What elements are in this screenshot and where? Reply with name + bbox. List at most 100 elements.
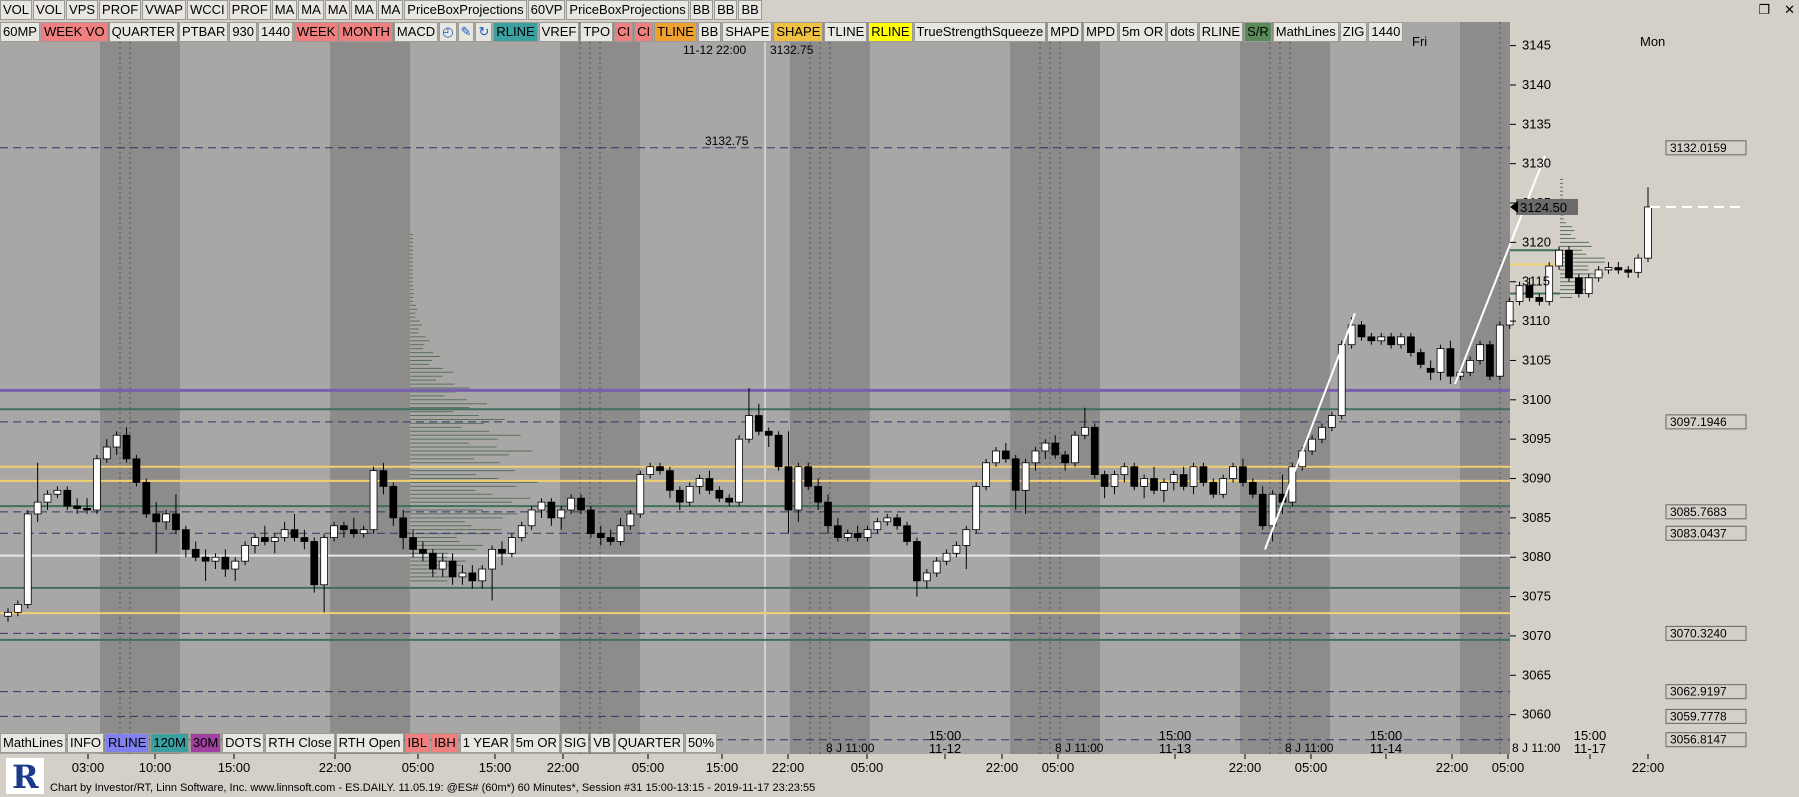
toolbar-button-ci[interactable]: CI: [634, 22, 654, 42]
toolbar-button-5m-or[interactable]: 5m OR: [1119, 22, 1167, 42]
candle-body: [1495, 324, 1504, 377]
level-label: 3083.0437: [1670, 526, 1727, 540]
toolbar-button-ibh[interactable]: IBH: [431, 733, 459, 753]
candle-body: [1555, 249, 1563, 267]
candle-body: [23, 513, 32, 605]
toolbar-button-priceboxprojections[interactable]: PriceBoxProjections: [566, 0, 689, 20]
toolbar-button-1-year[interactable]: 1 YEAR: [459, 733, 512, 753]
candle-body: [804, 466, 813, 487]
toolbar-button-120m[interactable]: 120M: [150, 733, 189, 753]
toolbar-button-ma[interactable]: MA: [271, 0, 298, 20]
y-tick-label: 3130: [1522, 156, 1551, 171]
status-bar: Chart by Investor/RT, Linn Software, Inc…: [50, 782, 816, 794]
restore-icon[interactable]: ❐: [1758, 2, 1770, 18]
toolbar-button-sig[interactable]: SIG: [560, 733, 590, 753]
toolbar-button-dots[interactable]: dots: [1167, 22, 1198, 42]
toolbar-button-ibl[interactable]: IBL: [404, 733, 431, 753]
candle-body: [330, 525, 338, 538]
toolbar-button-mathlines[interactable]: MathLines: [1272, 22, 1339, 42]
candle-body: [616, 525, 625, 542]
toolbar-button-rline[interactable]: RLINE: [1198, 22, 1244, 42]
toolbar-button-vref[interactable]: VREF: [538, 22, 580, 42]
toolbar-button-vol[interactable]: VOL: [0, 0, 33, 20]
toolbar-button-mathlines[interactable]: MathLines: [0, 733, 66, 753]
toolbar-button-930[interactable]: 930: [229, 22, 258, 42]
candle-body: [399, 517, 408, 538]
toolbar-button-ma[interactable]: MA: [324, 0, 351, 20]
toolbar-button-vb[interactable]: VB: [590, 733, 614, 753]
x-tick-label: 15:00 11-17: [1574, 728, 1607, 756]
candle-body: [695, 478, 704, 487]
y-tick-label: 3075: [1522, 589, 1551, 604]
toolbar-button-rline[interactable]: RLINE: [868, 22, 913, 42]
toolbar-button-priceboxprojections[interactable]: PriceBoxProjections: [404, 0, 527, 20]
toolbar-button-1440[interactable]: 1440: [258, 22, 293, 42]
toolbar-button-zig[interactable]: ZIG: [1339, 22, 1368, 42]
toolbar-button-ci[interactable]: CI: [614, 22, 634, 42]
toolbar-button-rline[interactable]: RLINE: [493, 22, 538, 42]
toolbar-button-shape[interactable]: SHAPE: [773, 22, 824, 42]
toolbar-button-month[interactable]: MONTH: [339, 22, 393, 42]
toolbar-button-bb[interactable]: BB: [714, 0, 738, 20]
candle-body: [1565, 249, 1573, 279]
candle-body: [942, 552, 951, 562]
toolbar-button-week[interactable]: WEEK: [293, 22, 339, 42]
toolbar-button-mpd[interactable]: MPD: [1047, 22, 1083, 42]
toolbar-button-truestrengthsqueeze[interactable]: TrueStrengthSqueeze: [913, 22, 1047, 42]
toolbar-button-bb[interactable]: BB: [697, 22, 722, 42]
toolbar-button-30m[interactable]: 30M: [189, 733, 222, 753]
candle-body: [1258, 493, 1267, 527]
toolbar-button-macd[interactable]: MACD: [393, 22, 439, 42]
toolbar-button-mpd[interactable]: MPD: [1083, 22, 1119, 42]
toolbar-button-ma[interactable]: MA: [377, 0, 404, 20]
toolbar-button-50-[interactable]: 50%: [685, 733, 718, 753]
toolbar-button-1440[interactable]: 1440: [1368, 22, 1404, 42]
toolbar-button-quarter[interactable]: QUARTER: [614, 733, 684, 753]
toolbar-button-vwap[interactable]: VWAP: [142, 0, 186, 20]
toolbar-button-quarter[interactable]: QUARTER: [108, 22, 178, 42]
x-tick-label: 15:00: [479, 760, 512, 775]
refresh-icon[interactable]: ↻: [475, 22, 493, 42]
candle-body: [1150, 478, 1158, 491]
toolbar-button-shape[interactable]: SHAPE: [722, 22, 773, 42]
close-icon[interactable]: ✕: [1784, 2, 1795, 18]
toolbar-button-rline[interactable]: RLINE: [105, 733, 150, 753]
toolbar-button-tline[interactable]: TLINE: [654, 22, 697, 42]
toolbar-button-ma[interactable]: MA: [351, 0, 377, 20]
toolbar-button-5m-or[interactable]: 5m OR: [512, 733, 560, 753]
candle-body: [596, 533, 605, 538]
toolbar-button-s-r[interactable]: S/R: [1244, 22, 1272, 42]
candle-body: [409, 537, 417, 550]
toolbar-button-ptbar[interactable]: PTBAR: [178, 22, 229, 42]
toolbar-button-60vp[interactable]: 60VP: [527, 0, 566, 20]
toolbar-button-tline[interactable]: TLINE: [824, 22, 868, 42]
candle-body: [962, 529, 971, 546]
candle-body: [527, 509, 536, 527]
toolbar-button-wcci[interactable]: WCCI: [186, 0, 228, 20]
candle-body: [221, 556, 230, 570]
toolbar-button-bb[interactable]: BB: [738, 0, 762, 20]
toolbar-button-prof[interactable]: PROF: [99, 0, 142, 20]
candle-body: [1614, 267, 1623, 271]
toolbar-button-dots[interactable]: DOTS: [222, 733, 265, 753]
pencil-icon[interactable]: ✎: [457, 22, 475, 42]
y-tick-label: 3060: [1522, 707, 1551, 722]
toolbar-button-ma[interactable]: MA: [298, 0, 324, 20]
candle-body: [1367, 336, 1376, 342]
candle-body: [656, 466, 664, 472]
x-tick-label: 22:00: [319, 760, 352, 775]
toolbar-button-60mp[interactable]: 60MP: [0, 22, 40, 42]
toolbar-button-tpo[interactable]: TPO: [580, 22, 614, 42]
toolbar-button-rth-close[interactable]: RTH Close: [265, 733, 335, 753]
toolbar-button-info[interactable]: INFO: [66, 733, 105, 753]
candle-body: [883, 517, 892, 523]
toolbar-button-week-vo[interactable]: WEEK VO: [40, 22, 108, 42]
chart-annotation: 11-12 22:00: [683, 43, 746, 57]
toolbar-button-rth-open[interactable]: RTH Open: [335, 733, 404, 753]
toolbar-button-vol[interactable]: VOL: [33, 0, 66, 20]
price-chart[interactable]: 11-12 22:00 3132.75 3132.75 8 J 11:00 8 J 11…: [0, 22, 1799, 782]
toolbar-button-bb[interactable]: BB: [689, 0, 714, 20]
toolbar-button-vps[interactable]: VPS: [66, 0, 99, 20]
clock-icon[interactable]: ◴: [439, 22, 457, 42]
toolbar-button-prof[interactable]: PROF: [228, 0, 271, 20]
